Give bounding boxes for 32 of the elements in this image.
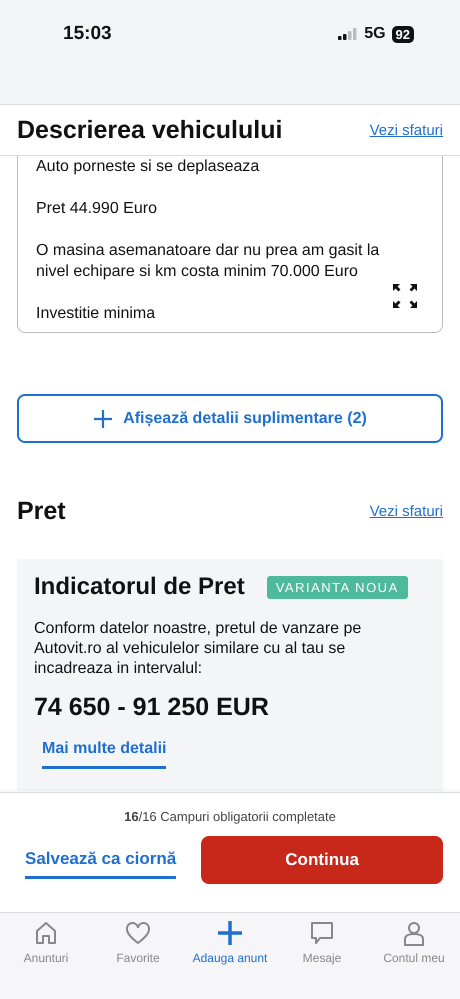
expand-icon[interactable] [392,283,418,309]
tab-bar-item[interactable]: Anunturi [0,913,92,999]
tab-bar-item[interactable]: Adauga anunt [184,913,276,999]
tab-bar-item[interactable]: Mesaje [276,913,368,999]
tab-bar-item[interactable]: Contul meu [368,913,460,999]
description-text: Investitie minima [36,304,156,324]
description-text: Auto porneste si se deplaseaza [36,157,260,177]
card-title: Indicatorul de Pret [34,573,245,601]
continue-button[interactable]: Continua [201,836,443,884]
speech-bubble-icon [308,919,336,947]
price-description: Conform datelor noastre, pretul de vanzare pe Autovit.ro al vehiculelor similare cu al tau se incadreaza in intervalul: [34,619,362,679]
save-draft-link[interactable]: Salvează ca ciornă [25,841,176,879]
signal-icon [338,28,358,40]
section-title: Descrierea vehiculului [17,116,282,144]
required-fields-counter: 16/16 Campuri obligatorii completate [123,808,337,824]
description-text: Pret 44.990 Euro [36,199,158,219]
network-label: 5G [364,25,386,43]
description-text: O masina asemanatoare dar nu prea am gasit la nivel echipare si km costa minim 70.000 Euro [36,241,380,282]
details-link[interactable]: Mai multe detalii [42,740,166,769]
plus-icon [93,408,114,428]
battery-level: 92 [392,26,414,42]
tips-link[interactable]: Vezi sfaturi [370,502,443,520]
clock: 15:03 [63,23,113,45]
description-box[interactable]: Auto porneste si se deplaseaza Pret 44.990 Euro O masina asemanatoare dar nu prea am gasit la nivel echipare si km costa minim 70.000 Euro Investitie minima [17,156,443,333]
tab-bar-item[interactable]: Favorite [92,913,184,999]
new-badge: VARIANTA NOUA [266,576,408,598]
show-more-button[interactable]: Afișează detalii suplimentare (2) [17,394,443,443]
tips-link[interactable]: Vezi sfaturi [370,122,443,138]
price-range: 74 650 - 91 250 EUR [34,693,270,722]
plus-icon [216,919,244,947]
section-title: Pret [17,496,66,526]
heart-icon [124,919,152,947]
